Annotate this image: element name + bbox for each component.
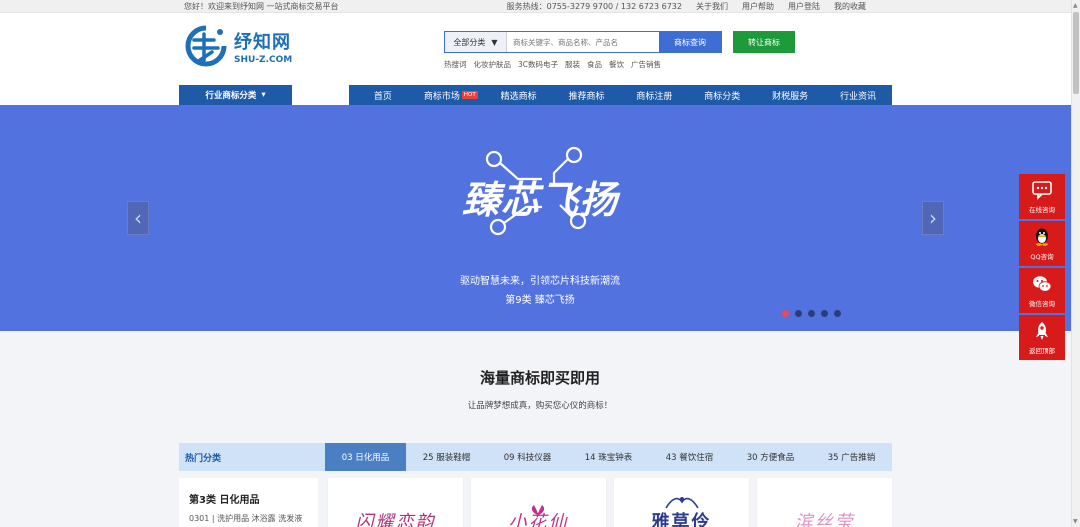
online-consult-button[interactable]: 在线咨询 bbox=[1019, 174, 1065, 219]
sell-trademark-button[interactable]: 转让商标 bbox=[733, 31, 795, 53]
tab-14[interactable]: 14 珠宝钟表 bbox=[568, 443, 649, 471]
nav-market[interactable]: 商标市场 HOT bbox=[417, 85, 485, 105]
nav-register[interactable]: 商标注册 bbox=[621, 85, 689, 105]
nav-recommended[interactable]: 推荐商标 bbox=[553, 85, 621, 105]
link-help[interactable]: 用户帮助 bbox=[742, 1, 774, 12]
side-label: 返回顶部 bbox=[1029, 347, 1055, 355]
rocket-icon bbox=[1036, 322, 1048, 340]
trademark-logo-text: 雅草伶 bbox=[651, 512, 712, 527]
chevron-right-icon: › bbox=[929, 206, 937, 230]
category-tabs: 热门分类 03 日化用品 25 服装鞋帽 09 科技仪器 14 珠宝钟表 43 … bbox=[179, 443, 892, 471]
trademark-logo-text: 小花仙 bbox=[508, 512, 569, 527]
wechat-icon bbox=[1033, 276, 1052, 292]
banner-tagline: 驱动智慧未来，引领芯片科技新潮流 bbox=[460, 276, 620, 287]
chevron-left-icon: ‹ bbox=[134, 206, 142, 230]
hotword-link[interactable]: 食品 bbox=[587, 59, 602, 70]
search-category-select[interactable]: 全部分类 ▼ bbox=[445, 32, 507, 52]
wechat-consult-button[interactable]: 微信咨询 bbox=[1019, 268, 1065, 313]
link-favorites[interactable]: 我的收藏 bbox=[834, 1, 866, 12]
tab-43[interactable]: 43 餐饮住宿 bbox=[649, 443, 730, 471]
link-about[interactable]: 关于我们 bbox=[696, 1, 728, 12]
banner-pagination bbox=[782, 310, 841, 317]
link-login[interactable]: 用户登陆 bbox=[788, 1, 820, 12]
top-bar: 您好！欢迎来到纾知网 一站式商标交易平台 服务热线：0755-3279 9700… bbox=[0, 0, 1080, 13]
section-heading: 海量商标即买即用 bbox=[479, 369, 600, 387]
industry-category-label: 行业商标分类 bbox=[205, 91, 257, 101]
search-button[interactable]: 商标查询 bbox=[659, 32, 721, 52]
logo-icon bbox=[185, 25, 227, 67]
industry-category-menu[interactable]: 行业商标分类 ▾ bbox=[179, 85, 292, 105]
scrollbar-thumb[interactable] bbox=[1073, 12, 1079, 94]
pagination-dot[interactable] bbox=[834, 310, 841, 317]
tab-35[interactable]: 35 广告推销 bbox=[811, 443, 892, 471]
hotword-link[interactable]: 化妆护肤品 bbox=[474, 59, 512, 70]
side-label: 在线咨询 bbox=[1029, 206, 1055, 214]
nav-categories[interactable]: 商标分类 bbox=[688, 85, 756, 105]
top-links: 服务热线：0755-3279 9700 / 132 6723 6732 关于我们… bbox=[507, 1, 866, 12]
side-label: QQ咨询 bbox=[1030, 253, 1054, 261]
tab-30[interactable]: 30 方便食品 bbox=[730, 443, 811, 471]
page-scrollbar[interactable]: ▲ ▼ bbox=[1071, 0, 1080, 527]
nav-news[interactable]: 行业资讯 bbox=[824, 85, 892, 105]
logo-text-cn: 纾知网 bbox=[234, 31, 291, 53]
hero-banner[interactable]: 臻芯飞扬 驱动智慧未来，引领芯片科技新潮流 第9类 臻芯飞扬 ‹ › bbox=[0, 105, 1080, 331]
caret-down-icon: ▾ bbox=[261, 90, 266, 100]
banner-class: 第9类 臻芯飞扬 bbox=[505, 295, 575, 306]
header: 纾知网 SHU-Z.COM 全部分类 ▼ 商标查询 转让商标 热搜词 化妆护肤品… bbox=[0, 13, 1080, 85]
hot-words: 热搜词 化妆护肤品 3C数码电子 服装 食品 餐饮 广告销售 bbox=[444, 59, 661, 70]
nav-home[interactable]: 首页 bbox=[349, 85, 417, 105]
search-bar: 全部分类 ▼ 商标查询 bbox=[444, 31, 722, 53]
search-category-label: 全部分类 bbox=[453, 37, 486, 47]
trademark-card[interactable]: 雅草伶 bbox=[614, 478, 749, 527]
tab-03[interactable]: 03 日化用品 bbox=[325, 443, 406, 471]
nav-selected[interactable]: 精选商标 bbox=[485, 85, 553, 105]
qq-consult-button[interactable]: QQ咨询 bbox=[1019, 221, 1065, 266]
hotword-link[interactable]: 服装 bbox=[565, 59, 580, 70]
pagination-dot[interactable] bbox=[782, 310, 789, 317]
category-info-card[interactable]: 第3类 日化用品 0301 | 洗护用品 沐浴露 洗发液 bbox=[179, 478, 318, 527]
site-logo[interactable]: 纾知网 SHU-Z.COM bbox=[184, 24, 292, 68]
main-nav: 行业商标分类 ▾ 首页 商标市场 HOT 精选商标 推荐商标 商标注册 商标分类 … bbox=[0, 85, 1080, 105]
category-desc: 0301 | 洗护用品 沐浴露 洗发液 bbox=[189, 514, 303, 523]
nav-links: 首页 商标市场 HOT 精选商标 推荐商标 商标注册 商标分类 财税服务 行业资讯 bbox=[349, 85, 892, 105]
search-input[interactable] bbox=[507, 32, 659, 52]
trademark-card[interactable]: 滨丝莹 bbox=[757, 478, 892, 527]
nav-finance[interactable]: 财税服务 bbox=[756, 85, 824, 105]
trademark-card[interactable]: 闪耀恋韵 bbox=[328, 478, 463, 527]
category-title: 第3类 日化用品 bbox=[189, 495, 260, 506]
scroll-up-icon[interactable]: ▲ bbox=[1073, 2, 1078, 9]
hotword-link[interactable]: 广告销售 bbox=[631, 59, 661, 70]
banner-next-button[interactable]: › bbox=[922, 201, 944, 235]
trademark-card[interactable]: 小花仙 bbox=[471, 478, 606, 527]
hotword-link[interactable]: 3C数码电子 bbox=[518, 59, 558, 70]
pagination-dot[interactable] bbox=[821, 310, 828, 317]
tab-25[interactable]: 25 服装鞋帽 bbox=[406, 443, 487, 471]
trademark-section: 海量商标即买即用 让品牌梦想成真，购买您心仪的商标！ 热门分类 03 日化用品 … bbox=[0, 331, 1080, 527]
scroll-down-icon[interactable]: ▼ bbox=[1073, 518, 1078, 525]
tabs-label: 热门分类 bbox=[185, 453, 222, 464]
banner-title: 臻芯飞扬 bbox=[461, 178, 618, 222]
chat-icon bbox=[1032, 181, 1052, 200]
back-to-top-button[interactable]: 返回顶部 bbox=[1019, 315, 1065, 360]
tab-09[interactable]: 09 科技仪器 bbox=[487, 443, 568, 471]
welcome-text: 您好！欢迎来到纾知网 一站式商标交易平台 bbox=[184, 2, 339, 11]
side-label: 微信咨询 bbox=[1029, 300, 1055, 308]
hotline-text: 服务热线：0755-3279 9700 / 132 6723 6732 bbox=[506, 2, 682, 11]
hotword-link[interactable]: 餐饮 bbox=[609, 59, 624, 70]
caret-down-icon: ▼ bbox=[491, 37, 498, 47]
hotwords-label: 热搜词 bbox=[444, 60, 467, 69]
trademark-logo-text: 闪耀恋韵 bbox=[355, 512, 436, 527]
section-subheading: 让品牌梦想成真，购买您心仪的商标！ bbox=[467, 401, 613, 411]
pagination-dot[interactable] bbox=[808, 310, 815, 317]
banner-prev-button[interactable]: ‹ bbox=[127, 201, 149, 235]
hot-badge: HOT bbox=[461, 91, 478, 99]
trademark-logo-text: 滨丝莹 bbox=[794, 512, 855, 527]
pagination-dot[interactable] bbox=[795, 310, 802, 317]
floating-toolbar: 在线咨询 QQ咨询 微信咨询 返回顶部 bbox=[1019, 174, 1065, 362]
logo-text-en: SHU-Z.COM bbox=[234, 54, 293, 65]
qq-penguin-icon bbox=[1036, 228, 1048, 246]
